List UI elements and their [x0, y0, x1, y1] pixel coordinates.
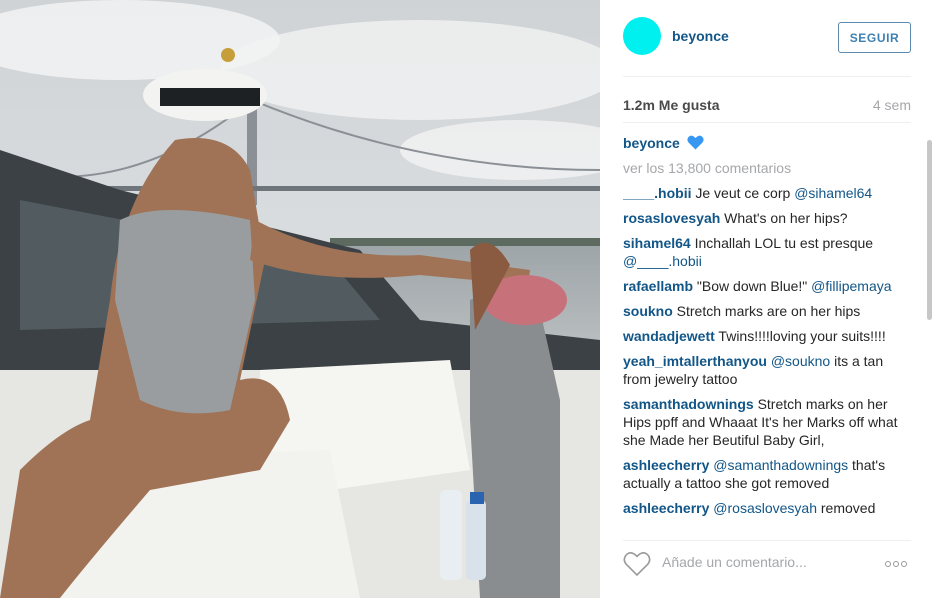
comment-text: Je veut ce corp	[691, 185, 795, 201]
instagram-post: beyonce SEGUIR 1.2m Me gusta 4 sem beyon…	[0, 0, 934, 598]
mention-link[interactable]: @soukno	[771, 353, 830, 369]
comment-author-link[interactable]: rafaellamb	[623, 278, 693, 294]
comment-author-link[interactable]: ashleecherry	[623, 500, 709, 516]
comment-input[interactable]: Añade un comentario...	[662, 554, 807, 570]
avatar[interactable]	[623, 17, 661, 55]
comment-item: rosaslovesyah What's on her hips?	[623, 209, 913, 227]
comments-scrollbar[interactable]	[927, 140, 932, 320]
comment-item: ashleecherry @rosaslovesyah removed	[623, 499, 913, 517]
comment-text: Stretch marks are on her hips	[672, 303, 861, 319]
mention-link[interactable]: @sihamel64	[794, 185, 872, 201]
post-photo[interactable]	[0, 0, 600, 598]
comment-text: "Bow down Blue!"	[693, 278, 812, 294]
caption-author-link[interactable]: beyonce	[623, 135, 680, 151]
view-more-comments-link[interactable]: ver los 13,800 comentarios	[623, 159, 913, 177]
follow-button[interactable]: SEGUIR	[838, 22, 911, 53]
mention-link[interactable]: @rosaslovesyah	[713, 500, 817, 516]
comment-author-link[interactable]: ____.hobii	[623, 185, 691, 201]
comment-text: removed	[817, 500, 876, 516]
comment-text: What's on her hips?	[720, 210, 848, 226]
comment-author-link[interactable]: sihamel64	[623, 235, 691, 251]
comment-author-link[interactable]: samanthadownings	[623, 396, 754, 412]
divider	[623, 122, 911, 123]
comment-item: ashleecherry @samanthadownings that's ac…	[623, 456, 913, 492]
post-side-panel: beyonce SEGUIR 1.2m Me gusta 4 sem beyon…	[600, 0, 934, 598]
mention-link[interactable]: @fillipemaya	[811, 278, 891, 294]
mention-link[interactable]: @____.hobii	[623, 253, 702, 269]
post-header: beyonce SEGUIR	[600, 0, 934, 76]
more-options-icon[interactable]	[885, 561, 907, 567]
username-link[interactable]: beyonce	[672, 28, 729, 44]
caption: beyonce	[623, 134, 913, 154]
comment-text: Twins!!!!loving your suits!!!!	[714, 328, 886, 344]
blue-heart-icon	[687, 135, 704, 154]
divider	[623, 76, 911, 77]
comment-author-link[interactable]: ashleecherry	[623, 457, 709, 473]
comment-item: soukno Stretch marks are on her hips	[623, 302, 913, 320]
comment-author-link[interactable]: wandadjewett	[623, 328, 715, 344]
comment-items: ____.hobii Je veut ce corp @sihamel64 ros…	[623, 184, 913, 517]
heart-outline-icon[interactable]	[623, 551, 651, 577]
comment-author-link[interactable]: rosaslovesyah	[623, 210, 720, 226]
comments-list: beyonce ver los 13,800 comentarios ____.…	[623, 134, 913, 528]
post-timestamp[interactable]: 4 sem	[873, 97, 911, 113]
comment-item: sihamel64 Inchallah LOL tu est presque @…	[623, 234, 913, 270]
comment-item: rafaellamb "Bow down Blue!" @fillipemaya	[623, 277, 913, 295]
comment-item: samanthadownings Stretch marks on her Hi…	[623, 395, 913, 449]
comment-item: ____.hobii Je veut ce corp @sihamel64	[623, 184, 913, 202]
comment-author-link[interactable]: soukno	[623, 303, 673, 319]
comment-item: yeah_imtallerthanyou @soukno its a tan f…	[623, 352, 913, 388]
likes-count[interactable]: 1.2m Me gusta	[623, 97, 719, 113]
divider	[623, 540, 911, 541]
comment-item: wandadjewett Twins!!!!loving your suits!…	[623, 327, 913, 345]
mention-link[interactable]: @samanthadownings	[713, 457, 848, 473]
comment-text: Inchallah LOL tu est presque	[690, 235, 874, 251]
comment-author-link[interactable]: yeah_imtallerthanyou	[623, 353, 767, 369]
